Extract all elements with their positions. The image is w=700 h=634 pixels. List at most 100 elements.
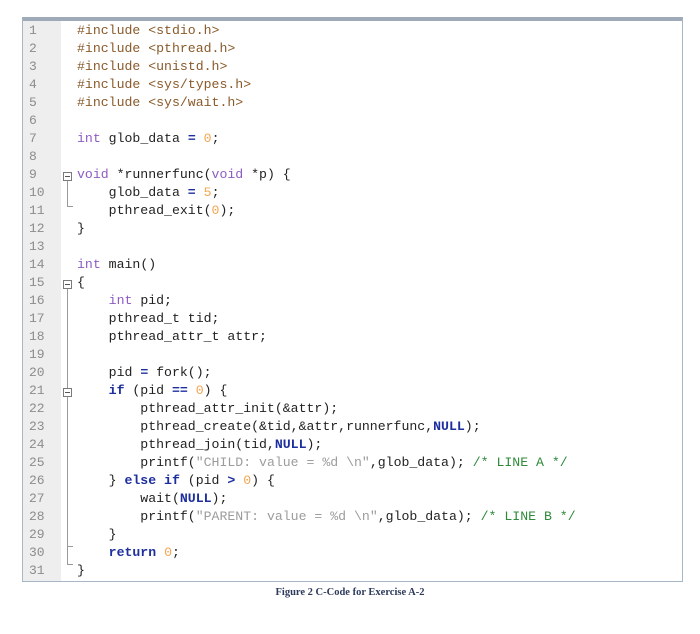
fold-line-main xyxy=(67,289,68,564)
code-token: pid xyxy=(77,365,141,380)
code-token: void xyxy=(211,167,244,182)
line-number: 31 xyxy=(29,563,45,578)
code-token: int xyxy=(108,293,133,308)
line-code: pid = fork(); xyxy=(77,364,212,382)
code-token: NULL xyxy=(179,491,212,506)
line-code: printf("PARENT: value = %d \n",glob_data… xyxy=(77,508,575,526)
code-token: #include xyxy=(77,41,149,56)
code-line[interactable]: 4 #include <sys/types.h> xyxy=(23,76,682,94)
code-token: pthread_exit( xyxy=(77,203,212,218)
code-line[interactable]: 24 pthread_join(tid,NULL); xyxy=(23,436,682,454)
code-token: <unistd.h> xyxy=(148,59,228,74)
code-token: pthread_t tid; xyxy=(77,311,220,326)
line-number: 19 xyxy=(29,347,45,362)
line-code: } xyxy=(77,562,85,580)
code-line[interactable]: 19 xyxy=(23,346,682,364)
code-token: 0 xyxy=(243,473,252,488)
line-number: 10 xyxy=(29,185,45,200)
code-token: fork(); xyxy=(148,365,212,380)
code-line[interactable]: 20 pid = fork(); xyxy=(23,364,682,382)
code-token: 5 xyxy=(203,185,212,200)
code-token: NULL xyxy=(433,419,465,434)
fold-line-runnerfunc xyxy=(67,181,68,206)
code-line[interactable]: 14 int main() xyxy=(23,256,682,274)
code-line[interactable]: 30 return 0; xyxy=(23,544,682,562)
code-line[interactable]: 23 pthread_create(&tid,&attr,runnerfunc,… xyxy=(23,418,682,436)
code-line[interactable]: 2 #include <pthread.h> xyxy=(23,40,682,58)
code-line[interactable]: 18 pthread_attr_t attr; xyxy=(23,328,682,346)
code-token: /* LINE A */ xyxy=(472,455,568,470)
code-token: "CHILD: value = %d \n" xyxy=(195,455,370,470)
code-line[interactable]: 9 void *runnerfunc(void *p) { xyxy=(23,166,682,184)
code-token: (pid xyxy=(124,383,172,398)
code-line[interactable]: 1 #include <stdio.h> xyxy=(23,22,682,40)
line-number: 27 xyxy=(29,491,45,506)
fold-toggle-if-icon[interactable] xyxy=(63,388,72,397)
code-token: #include xyxy=(77,95,149,110)
code-line[interactable]: 8 xyxy=(23,148,682,166)
code-token: int xyxy=(77,131,101,146)
line-code: pthread_attr_init(&attr); xyxy=(77,400,338,418)
line-code: #include <sys/types.h> xyxy=(77,76,251,94)
code-token: ); xyxy=(464,419,481,434)
line-number: 23 xyxy=(29,419,45,434)
code-token: glob_data xyxy=(77,185,188,200)
fold-toggle-runnerfunc-icon[interactable] xyxy=(63,172,72,181)
code-token: ; xyxy=(211,185,220,200)
code-token: pid; xyxy=(132,293,172,308)
code-line[interactable]: 7 int glob_data = 0; xyxy=(23,130,682,148)
code-line[interactable]: 15 { xyxy=(23,274,682,292)
line-code: } xyxy=(77,526,117,544)
code-line[interactable]: 5 #include <sys/wait.h> xyxy=(23,94,682,112)
line-number: 8 xyxy=(29,149,37,164)
code-line[interactable]: 13 xyxy=(23,238,682,256)
code-line[interactable]: 12} xyxy=(23,220,682,238)
code-line[interactable]: 3 #include <unistd.h> xyxy=(23,58,682,76)
code-line[interactable]: 31} xyxy=(23,562,682,580)
code-token: { xyxy=(77,275,85,290)
code-token: ); xyxy=(306,437,323,452)
line-code: pthread_t tid; xyxy=(77,310,220,328)
fold-end-main xyxy=(67,564,73,565)
code-line[interactable]: 10 glob_data = 5; xyxy=(23,184,682,202)
code-token: *p) { xyxy=(243,167,291,182)
code-line[interactable]: 21 if (pid == 0) { xyxy=(23,382,682,400)
code-token: } xyxy=(77,527,117,542)
code-token: ,glob_data); xyxy=(369,455,473,470)
code-line[interactable]: 29 } xyxy=(23,526,682,544)
code-line[interactable]: 17 pthread_t tid; xyxy=(23,310,682,328)
code-token: glob_data xyxy=(100,131,188,146)
code-token: wait( xyxy=(77,491,180,506)
code-line[interactable]: 16 int pid; xyxy=(23,292,682,310)
code-line[interactable]: 11 pthread_exit(0); xyxy=(23,202,682,220)
code-token: void xyxy=(77,167,109,182)
fold-toggle-main-icon[interactable] xyxy=(63,280,72,289)
line-code: return 0; xyxy=(77,544,180,562)
line-number: 26 xyxy=(29,473,45,488)
code-editor[interactable]: 1 #include <stdio.h> 2 #include <pthread.h>… xyxy=(22,17,683,582)
line-code: #include <pthread.h> xyxy=(77,40,235,58)
code-line[interactable]: 25 printf("CHILD: value = %d \n",glob_da… xyxy=(23,454,682,472)
code-line[interactable]: 22 pthread_attr_init(&attr); xyxy=(23,400,682,418)
code-token: 0 xyxy=(203,131,212,146)
code-token: ) { xyxy=(251,473,275,488)
code-line[interactable]: 28 printf("PARENT: value = %d \n",glob_d… xyxy=(23,508,682,526)
code-token: ) { xyxy=(203,383,228,398)
code-token: if xyxy=(108,383,125,398)
code-token: 0 xyxy=(164,545,172,560)
line-number: 1 xyxy=(29,23,37,38)
code-token: } xyxy=(77,473,125,488)
code-token: 0 xyxy=(195,383,204,398)
code-line[interactable]: 27 wait(NULL); xyxy=(23,490,682,508)
line-code: { xyxy=(77,274,85,292)
line-number: 7 xyxy=(29,131,37,146)
code-token: #include xyxy=(77,77,149,92)
code-line[interactable]: 26 } else if (pid > 0) { xyxy=(23,472,682,490)
code-token: pthread_join(tid, xyxy=(77,437,275,452)
code-token: ,glob_data); xyxy=(377,509,481,524)
code-line[interactable]: 6 xyxy=(23,112,682,130)
